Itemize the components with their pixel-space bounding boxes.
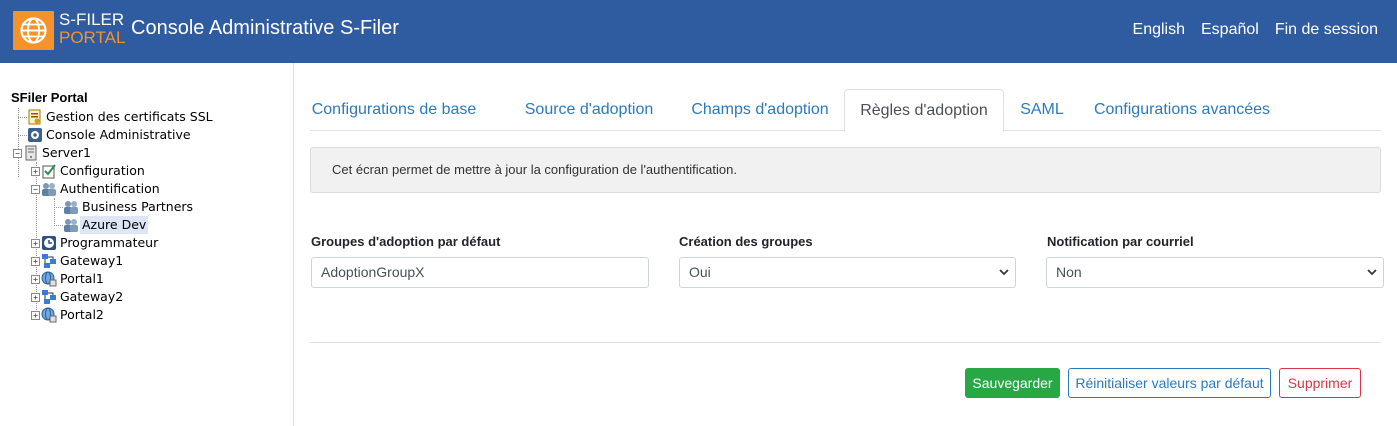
header-nav: English Español Fin de session	[1133, 21, 1378, 39]
logo-text: S-FILER PORTAL	[59, 10, 126, 47]
delete-button[interactable]: Supprimer	[1279, 368, 1361, 398]
tree-item-admin-console[interactable]: Console Administrative	[27, 126, 193, 144]
app-title: Console Administrative S-Filer	[131, 17, 399, 39]
clock-icon	[41, 235, 57, 251]
tree-item-portal1[interactable]: + Portal1	[31, 270, 106, 288]
expand-icon[interactable]: +	[31, 166, 40, 176]
tab-regles-adoption[interactable]: Règles d'adoption	[844, 89, 1004, 132]
collapse-icon[interactable]: −	[13, 148, 22, 158]
top-header: S-FILER PORTAL Console Administrative S-…	[0, 0, 1397, 63]
expand-icon[interactable]: +	[31, 310, 40, 320]
tab-source-adoption[interactable]: Source d'adoption	[508, 89, 670, 131]
tree-item-gateway2[interactable]: + Gateway2	[31, 288, 125, 306]
email-notification-select[interactable]: Non	[1046, 257, 1384, 288]
tab-champs-adoption[interactable]: Champs d'adoption	[674, 89, 846, 131]
logout-link[interactable]: Fin de session	[1275, 21, 1378, 39]
default-groups-label: Groupes d'adoption par défaut	[311, 234, 501, 249]
users-icon	[63, 217, 79, 233]
group-creation-value: Oui	[689, 264, 711, 280]
tree-item-azure-dev[interactable]: Azure Dev	[63, 216, 149, 234]
tab-configurations-de-base[interactable]: Configurations de base	[310, 89, 478, 131]
expand-icon[interactable]: +	[31, 256, 40, 266]
portal-icon	[41, 271, 57, 287]
english-link[interactable]: English	[1133, 21, 1185, 39]
tree-item-configuration[interactable]: + Configuration	[31, 162, 147, 180]
gateway-icon	[41, 289, 57, 305]
chevron-down-icon	[999, 269, 1009, 276]
reset-defaults-button[interactable]: Réinitialiser valeurs par défaut	[1068, 368, 1271, 398]
group-creation-select[interactable]: Oui	[679, 257, 1016, 288]
tree-item-business-partners[interactable]: Business Partners	[63, 198, 195, 216]
tree-root[interactable]: SFiler Portal	[11, 90, 88, 108]
tree-item-programmateur[interactable]: + Programmateur	[31, 234, 160, 252]
certificate-icon	[27, 109, 43, 125]
users-icon	[41, 181, 57, 197]
group-creation-label: Création des groupes	[679, 234, 813, 249]
tree-item-gateway1[interactable]: + Gateway1	[31, 252, 125, 270]
sidebar: SFiler Portal Gestion des certificats SS…	[0, 63, 294, 426]
globe-logo-icon	[13, 11, 54, 50]
tree-item-portal2[interactable]: + Portal2	[31, 306, 106, 324]
tab-saml[interactable]: SAML	[1010, 89, 1074, 131]
info-message: Cet écran permet de mettre à jour la con…	[310, 147, 1381, 193]
tree-item-server1[interactable]: − Server1	[13, 144, 93, 162]
email-notification-label: Notification par courriel	[1047, 234, 1194, 249]
save-button[interactable]: Sauvegarder	[965, 368, 1060, 398]
navigation-tree: SFiler Portal Gestion des certificats SS…	[11, 90, 213, 323]
admin-console-icon	[27, 127, 43, 143]
settings-tabs: Configurations de base Source d'adoption…	[310, 89, 1381, 132]
default-groups-input[interactable]: AdoptionGroupX	[311, 257, 649, 288]
checklist-icon	[41, 163, 57, 179]
tree-item-authentification[interactable]: − Authentification	[31, 180, 162, 198]
users-icon	[63, 199, 79, 215]
tab-configurations-avancees[interactable]: Configurations avancées	[1084, 89, 1280, 131]
expand-icon[interactable]: +	[31, 292, 40, 302]
espanol-link[interactable]: Español	[1201, 21, 1259, 39]
expand-icon[interactable]: +	[31, 238, 40, 248]
email-notification-value: Non	[1056, 264, 1082, 280]
form-divider	[310, 342, 1381, 343]
chevron-down-icon	[1367, 269, 1377, 276]
gateway-icon	[41, 253, 57, 269]
collapse-icon[interactable]: −	[31, 184, 40, 194]
tree-item-ssl[interactable]: Gestion des certificats SSL	[27, 108, 215, 126]
server-icon	[23, 145, 39, 161]
expand-icon[interactable]: +	[31, 274, 40, 284]
portal-icon	[41, 307, 57, 323]
